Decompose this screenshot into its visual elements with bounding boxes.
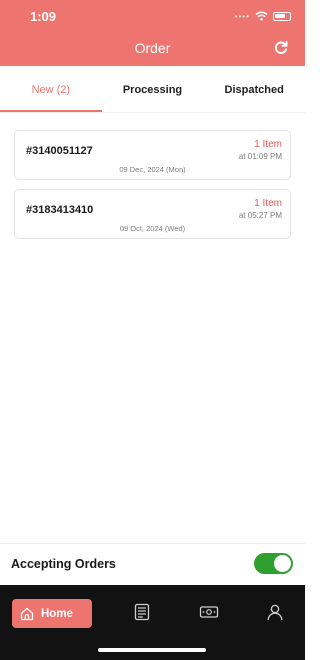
order-card[interactable]: #3140051127 1 Item at 01:09 PM 09 Dec, 2… <box>14 130 291 180</box>
signal-icon: •••• <box>234 11 250 21</box>
order-id: #3183413410 <box>26 204 94 216</box>
orders-list-icon[interactable] <box>133 603 151 621</box>
nav-home-button[interactable]: Home <box>12 599 92 628</box>
refresh-icon[interactable] <box>273 40 289 56</box>
wifi-icon <box>255 11 268 21</box>
home-icon <box>20 607 34 620</box>
order-item-count: 1 Item <box>254 198 282 209</box>
tab-new[interactable]: New (2) <box>0 66 102 112</box>
payments-icon[interactable] <box>199 603 219 621</box>
accepting-orders-toggle[interactable] <box>254 553 293 574</box>
status-time: 1:09 <box>30 9 57 24</box>
app-header: 1:09 •••• Order <box>0 0 305 66</box>
nav-home-label: Home <box>41 607 73 620</box>
order-tabs: New (2) Processing Dispatched <box>0 66 305 113</box>
home-indicator <box>98 648 206 652</box>
order-id: #3140051127 <box>26 145 93 157</box>
order-date: 09 Oct, 2024 (Wed) <box>119 224 186 233</box>
order-time: at 05:27 PM <box>238 211 282 220</box>
order-time: at 01:09 PM <box>238 152 282 161</box>
page-title: Order <box>134 40 171 56</box>
order-item-count: 1 Item <box>254 139 282 150</box>
tab-processing[interactable]: Processing <box>102 66 204 112</box>
toggle-knob <box>274 555 291 572</box>
bottom-nav: Home <box>0 585 305 660</box>
order-card[interactable]: #3183413410 1 Item at 05:27 PM 09 Oct, 2… <box>14 189 291 239</box>
profile-icon[interactable] <box>266 603 284 621</box>
tab-dispatched[interactable]: Dispatched <box>203 66 305 112</box>
order-date: 09 Dec, 2024 (Mon) <box>119 165 186 174</box>
accepting-orders-label: Accepting Orders <box>11 557 116 571</box>
accepting-orders-bar: Accepting Orders <box>0 543 305 585</box>
battery-icon <box>273 11 291 21</box>
status-icons: •••• <box>235 11 291 21</box>
